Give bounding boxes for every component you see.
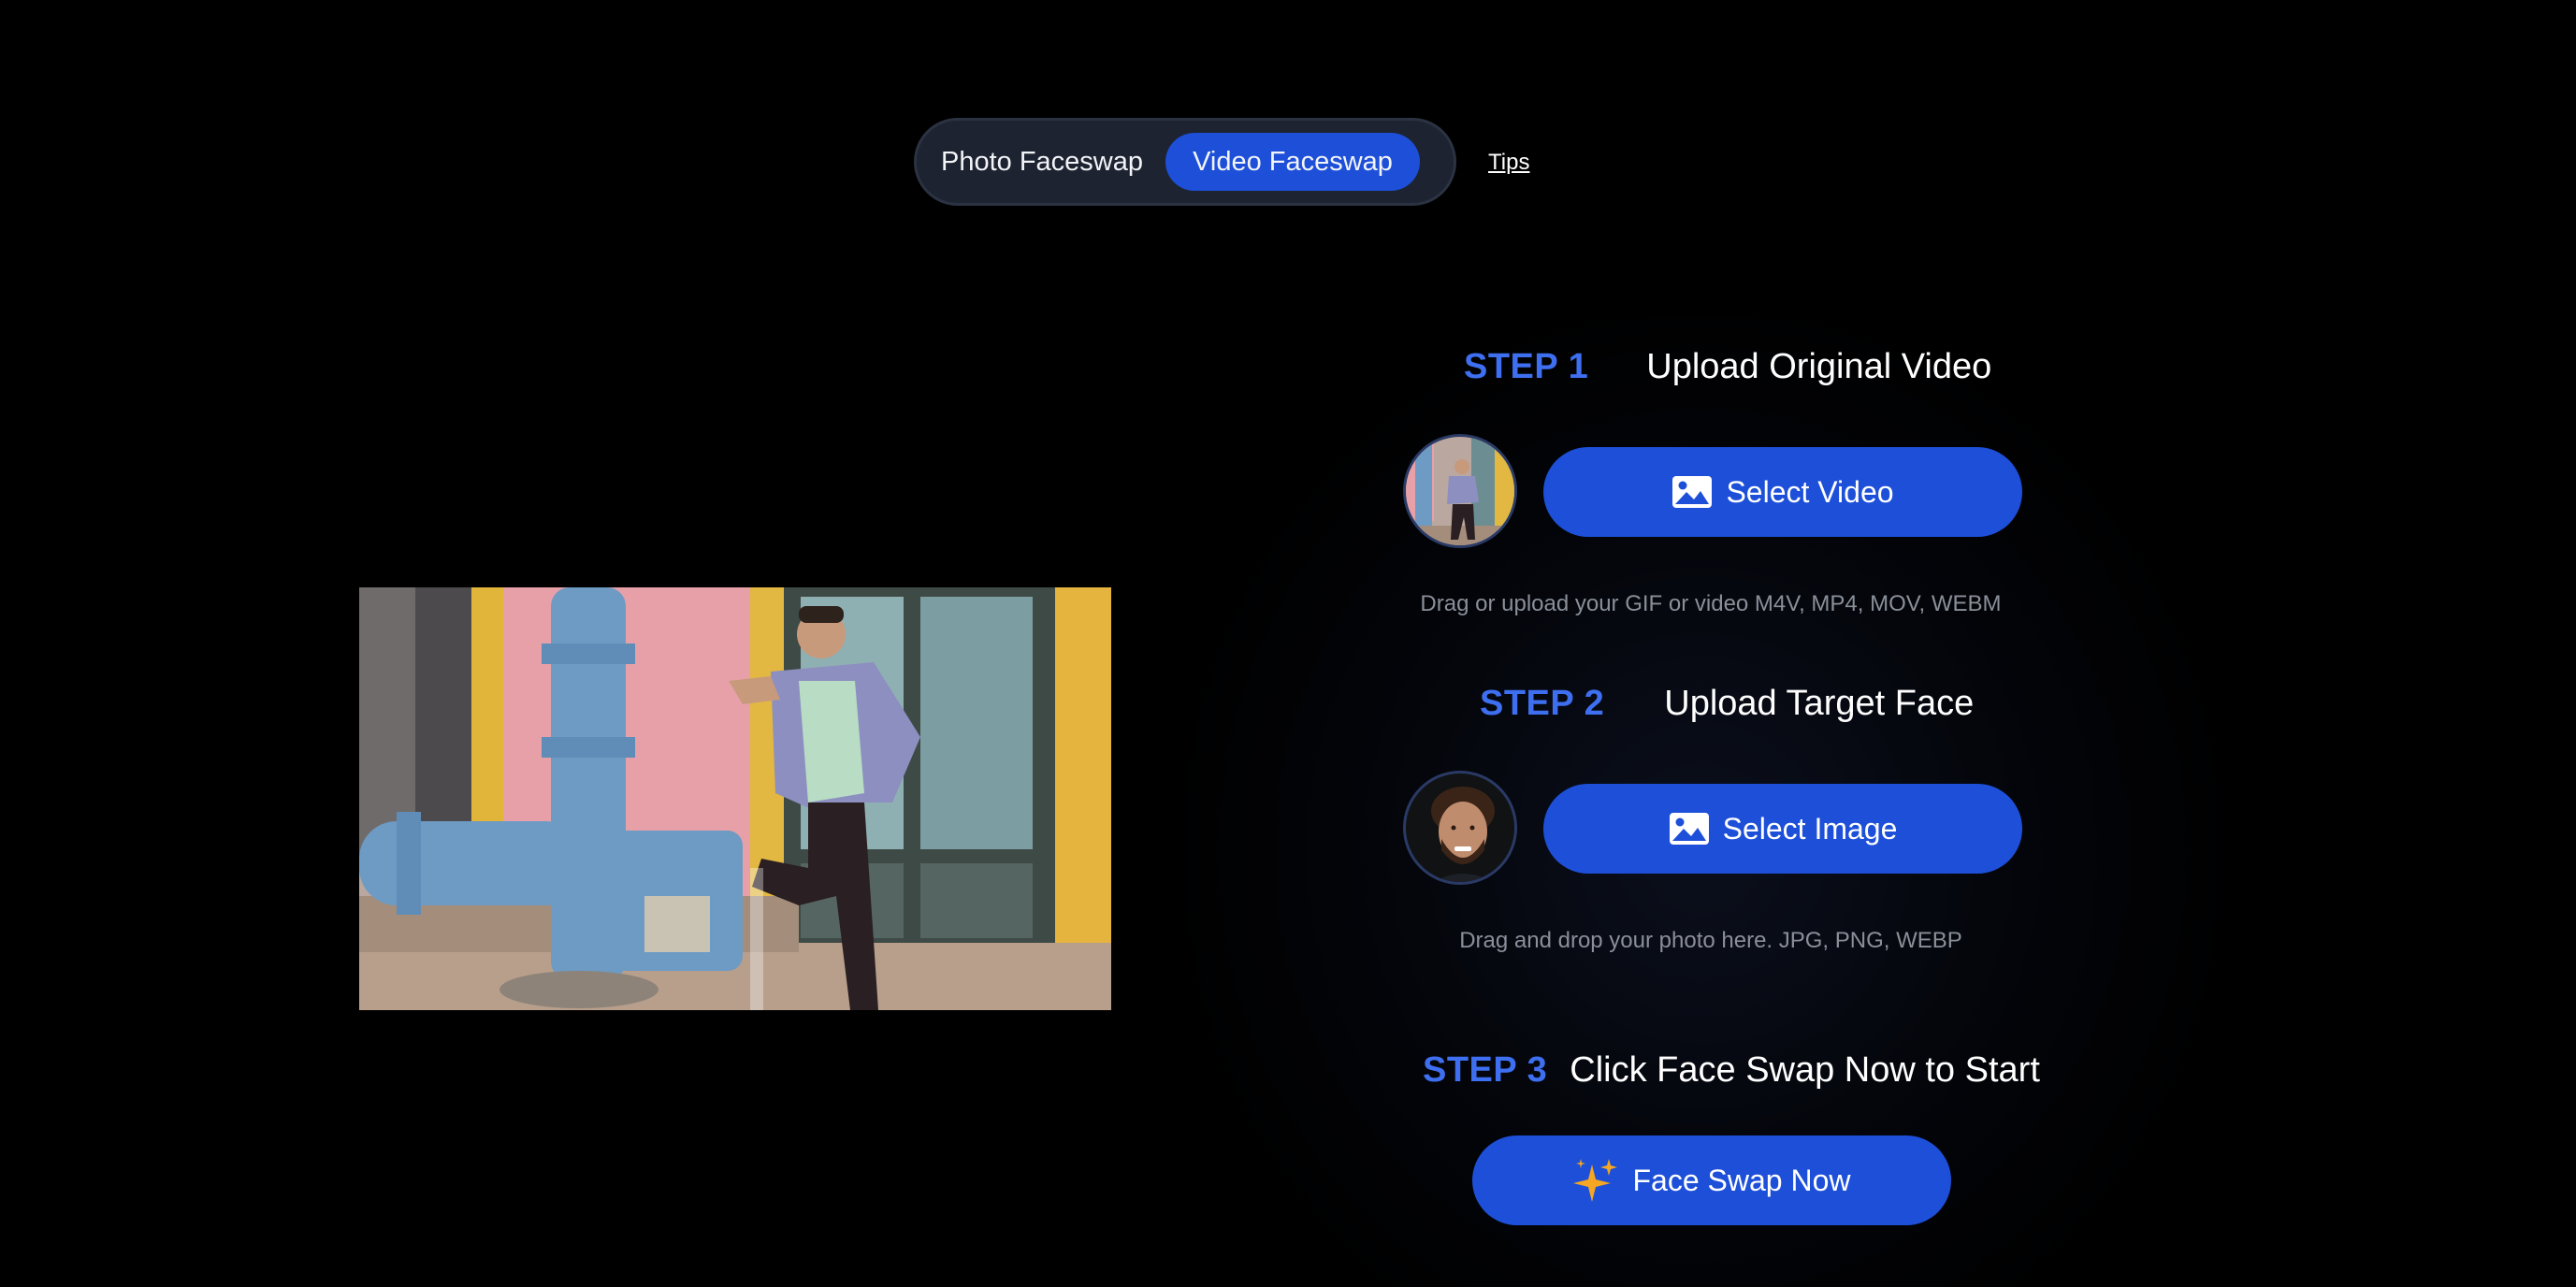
step2-heading: STEP 2 Upload Target Face xyxy=(1480,684,1974,724)
step2-hint: Drag and drop your photo here. JPG, PNG,… xyxy=(1459,928,1962,953)
step2-title: Upload Target Face xyxy=(1664,684,1975,723)
step2-number: STEP 2 xyxy=(1480,684,1605,723)
video-thumbnail[interactable] xyxy=(1403,434,1517,548)
mode-toggle: Photo Faceswap Video Faceswap xyxy=(914,118,1456,206)
face-swap-now-label: Face Swap Now xyxy=(1632,1163,1851,1197)
step1-number: STEP 1 xyxy=(1464,347,1589,386)
step3-title: Click Face Swap Now to Start xyxy=(1570,1050,2040,1090)
step1-title: Upload Original Video xyxy=(1646,347,1992,386)
video-preview xyxy=(359,587,1111,1010)
page: Photo Faceswap Video Faceswap Tips STEP … xyxy=(0,0,2576,1287)
select-video-label: Select Video xyxy=(1726,474,1894,509)
tab-video-faceswap[interactable]: Video Faceswap xyxy=(1165,133,1420,191)
image-icon xyxy=(1669,812,1710,846)
step3-number: STEP 3 xyxy=(1423,1050,1548,1090)
face-swap-now-button[interactable]: Face Swap Now xyxy=(1472,1135,1951,1225)
step1-heading: STEP 1 Upload Original Video xyxy=(1464,347,1991,387)
tips-link[interactable]: Tips xyxy=(1488,150,1529,176)
step1-hint: Drag or upload your GIF or video M4V, MP… xyxy=(1420,591,2002,616)
step3-heading: STEP 3 Click Face Swap Now to Start xyxy=(1423,1050,2040,1091)
tab-photo-faceswap[interactable]: Photo Faceswap xyxy=(930,133,1154,191)
video-preview-image xyxy=(359,587,1111,1010)
select-image-button[interactable]: Select Image xyxy=(1543,784,2022,874)
sparkles-icon xyxy=(1572,1157,1620,1204)
image-icon xyxy=(1672,475,1713,509)
face-thumbnail[interactable] xyxy=(1403,771,1517,885)
select-video-button[interactable]: Select Video xyxy=(1543,447,2022,537)
select-image-label: Select Image xyxy=(1722,811,1898,846)
